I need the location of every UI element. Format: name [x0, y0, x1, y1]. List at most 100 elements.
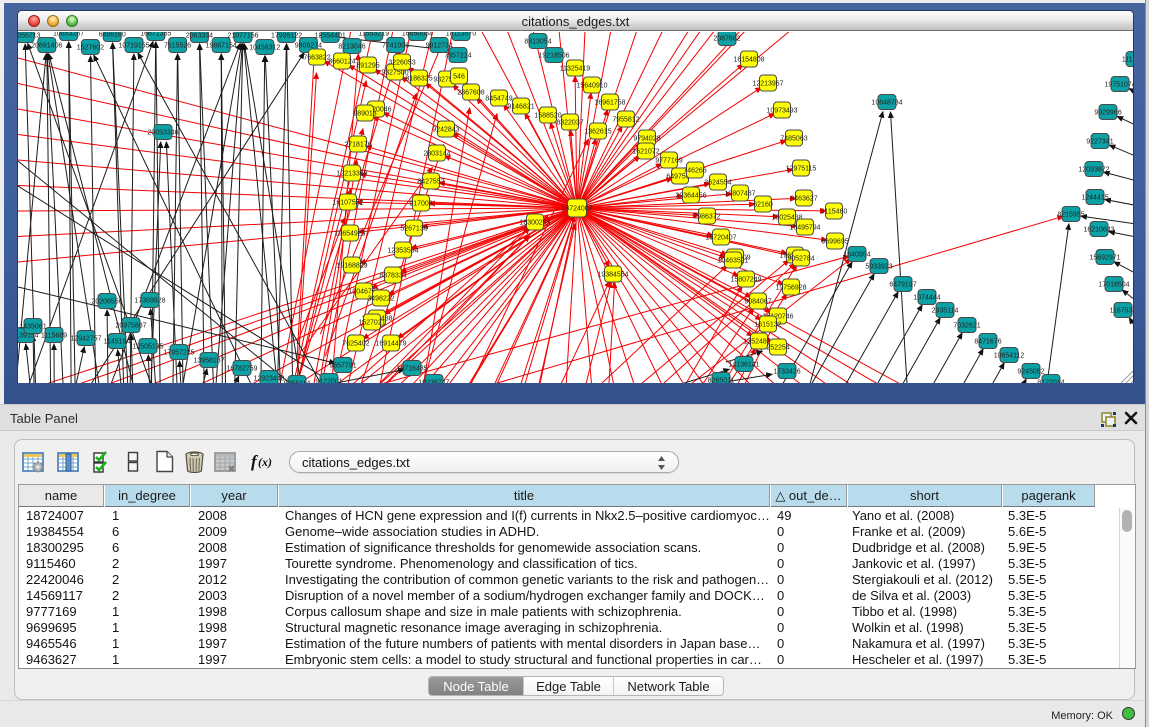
svg-text:11325419: 11325419 — [560, 66, 591, 73]
svg-text:9146821: 9146821 — [507, 104, 534, 111]
svg-text:20691406: 20691406 — [31, 43, 62, 50]
svg-text:9806274: 9806274 — [295, 43, 322, 50]
svg-text:1145194: 1145194 — [104, 339, 131, 346]
svg-text:9794028: 9794028 — [633, 136, 660, 143]
svg-text:7955812: 7955812 — [612, 117, 639, 124]
svg-text:1362615: 1362615 — [584, 129, 611, 136]
svg-text:19218506: 19218506 — [538, 53, 569, 60]
svg-text:9777169: 9777169 — [655, 158, 682, 165]
svg-text:10463521: 10463521 — [717, 258, 748, 265]
svg-text:9084067: 9084067 — [744, 299, 771, 306]
svg-text:18113570: 18113570 — [446, 32, 477, 38]
svg-text:19654923: 19654923 — [334, 231, 365, 238]
svg-text:8122014: 8122014 — [1037, 380, 1064, 384]
svg-text:16107552: 16107552 — [332, 200, 363, 207]
svg-text:1588520: 1588520 — [534, 113, 561, 120]
svg-text:19384554: 19384554 — [597, 272, 628, 279]
svg-text:17995122: 17995122 — [271, 33, 302, 40]
svg-text:12554401: 12554401 — [315, 33, 346, 40]
svg-text:15640910: 15640910 — [576, 83, 607, 90]
svg-text:9227341: 9227341 — [1086, 139, 1113, 146]
svg-text:9929966: 9929966 — [1094, 110, 1121, 117]
svg-text:1640954: 1640954 — [843, 252, 870, 259]
svg-text:16671355: 16671355 — [140, 32, 171, 38]
svg-text:3624554: 3624554 — [704, 180, 731, 187]
svg-text:1527602: 1527602 — [77, 45, 104, 52]
svg-text:1112045: 1112045 — [1122, 57, 1133, 64]
svg-text:9115460: 9115460 — [821, 209, 848, 216]
svg-text:17359928: 17359928 — [134, 298, 165, 305]
svg-text:11553219: 11553219 — [358, 32, 389, 38]
svg-text:7625402: 7625402 — [342, 341, 369, 348]
svg-text:10654112: 10654112 — [994, 353, 1025, 360]
svg-text:15720407: 15720407 — [705, 235, 736, 242]
svg-text:8322037: 8322037 — [556, 120, 583, 127]
svg-text:1733426: 1733426 — [773, 369, 800, 376]
svg-text:12505135: 12505135 — [132, 344, 163, 351]
svg-text:19756928: 19756928 — [775, 285, 806, 292]
svg-text:20206556: 20206556 — [91, 299, 122, 306]
svg-text:8471676: 8471676 — [974, 339, 1001, 346]
svg-text:1167534: 1167534 — [1110, 308, 1133, 315]
svg-text:12093872: 12093872 — [1078, 167, 1109, 174]
svg-text:2063334: 2063334 — [186, 33, 213, 40]
svg-text:16495794: 16495794 — [789, 225, 820, 232]
svg-text:6466160: 6466160 — [99, 32, 126, 39]
svg-text:1115689: 1115689 — [41, 333, 67, 340]
svg-text:7663822: 7663822 — [303, 55, 330, 62]
svg-text:1435061: 1435061 — [19, 324, 46, 331]
svg-text:9245052: 9245052 — [1017, 369, 1044, 376]
svg-text:17016504: 17016504 — [1098, 282, 1129, 289]
svg-text:8213046: 8213046 — [338, 44, 365, 51]
svg-text:15692971: 15692971 — [1089, 255, 1120, 262]
svg-text:3498222: 3498222 — [367, 296, 394, 303]
svg-text:9052784: 9052784 — [787, 256, 814, 263]
svg-text:8813054: 8813054 — [524, 39, 551, 46]
svg-text:6479197: 6479197 — [889, 282, 916, 289]
svg-text:1621072: 1621072 — [632, 149, 659, 156]
svg-text:2803144: 2803144 — [423, 151, 450, 158]
svg-text:746266: 746266 — [683, 168, 706, 175]
svg-text:14055713: 14055713 — [18, 33, 41, 40]
svg-text:7741003: 7741003 — [382, 43, 409, 50]
svg-text:12942757: 12942757 — [70, 336, 101, 343]
svg-text:13958187: 13958187 — [193, 358, 224, 365]
svg-text:16210643: 16210643 — [1083, 227, 1114, 234]
svg-text:2935114: 2935114 — [932, 308, 959, 315]
svg-text:12923448: 12923448 — [253, 376, 284, 383]
svg-text:9356114: 9356114 — [284, 381, 311, 384]
svg-text:21077156: 21077156 — [227, 33, 258, 40]
svg-text:8454749: 8454749 — [485, 96, 512, 103]
svg-text:20053346: 20053346 — [147, 130, 178, 137]
svg-text:917008: 917008 — [409, 201, 432, 208]
svg-text:5267130: 5267130 — [400, 226, 427, 233]
svg-text:10238747: 10238747 — [418, 380, 449, 384]
svg-text:7986372: 7986372 — [693, 214, 720, 221]
svg-text:8215955: 8215955 — [1057, 212, 1084, 219]
svg-text:9242843: 9242843 — [432, 127, 459, 134]
svg-text:2087682: 2087682 — [713, 36, 740, 43]
svg-text:17957225: 17957225 — [163, 350, 194, 357]
svg-text:7032621: 7032621 — [953, 323, 980, 330]
svg-text:7515526: 7515526 — [164, 43, 191, 50]
svg-text:3226053: 3226053 — [388, 60, 415, 67]
svg-text:10853287: 10853287 — [53, 32, 84, 38]
svg-text:62160: 62160 — [753, 202, 773, 209]
svg-text:9699695: 9699695 — [821, 239, 848, 246]
svg-text:12975115: 12975115 — [786, 166, 817, 173]
svg-text:1074444: 1074444 — [913, 295, 940, 302]
svg-text:1527021: 1527021 — [358, 320, 385, 327]
svg-text:8660124: 8660124 — [328, 59, 355, 66]
svg-text:10719155: 10719155 — [118, 43, 149, 50]
svg-text:891295: 891295 — [356, 63, 379, 70]
svg-text:252254: 252254 — [766, 345, 789, 352]
svg-text:20975887: 20975887 — [115, 323, 146, 330]
svg-text:546: 546 — [453, 74, 465, 81]
svg-text:16782759: 16782759 — [226, 366, 257, 373]
svg-text:9912734: 9912734 — [426, 43, 453, 50]
svg-text:16961758: 16961758 — [594, 100, 625, 107]
svg-text:10973493: 10973493 — [766, 108, 797, 115]
svg-text:9463627: 9463627 — [790, 196, 817, 203]
svg-text:19716485: 19716485 — [396, 366, 427, 373]
svg-text:1244415: 1244415 — [1081, 195, 1108, 202]
